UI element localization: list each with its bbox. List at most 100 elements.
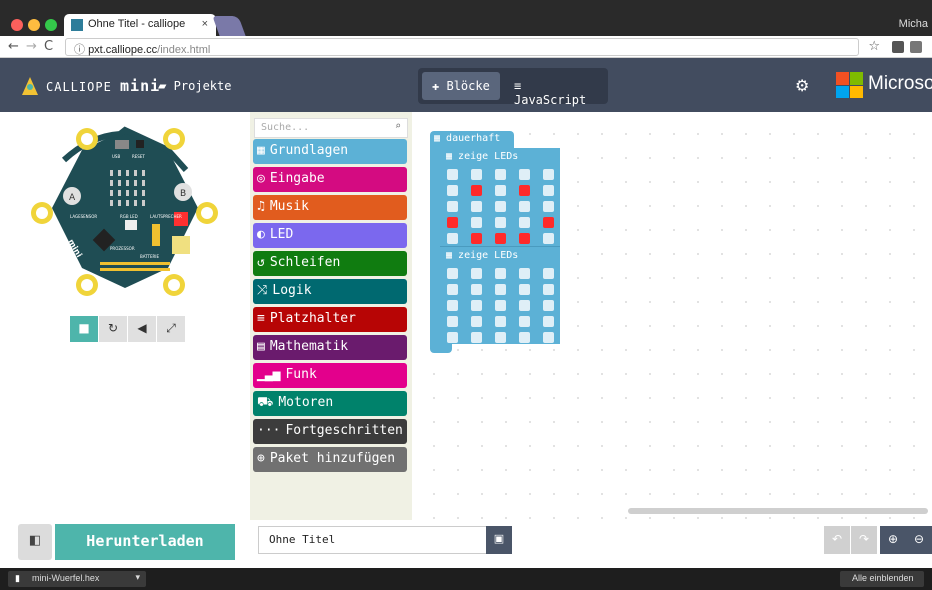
led-on[interactable] xyxy=(519,185,530,196)
led-off[interactable] xyxy=(519,332,530,343)
stop-button[interactable]: ■ xyxy=(70,316,98,342)
microsoft-logo[interactable]: Microsoft xyxy=(836,72,932,98)
led-off[interactable] xyxy=(471,217,482,228)
led-off[interactable] xyxy=(471,268,482,279)
forever-block-header[interactable]: ▦ dauerhaft xyxy=(430,131,514,149)
led-off[interactable] xyxy=(447,332,458,343)
category-eingabe[interactable]: ◎ Eingabe xyxy=(253,167,407,192)
led-off[interactable] xyxy=(447,201,458,212)
tab-blocks[interactable]: ✚ Blöcke xyxy=(422,72,500,100)
zoom-in-button[interactable]: ⊕ xyxy=(880,526,906,554)
led-off[interactable] xyxy=(447,284,458,295)
category-logik[interactable]: ⤨ Logik xyxy=(253,279,407,304)
led-off[interactable] xyxy=(519,268,530,279)
floppy-icon[interactable]: ▣ xyxy=(486,526,512,554)
category-musik[interactable]: ♫ Musik xyxy=(253,195,407,220)
led-off[interactable] xyxy=(543,201,554,212)
led-off[interactable] xyxy=(543,300,554,311)
bookmark-star-icon[interactable]: ☆ xyxy=(868,39,880,54)
led-off[interactable] xyxy=(447,169,458,180)
minimize-window-button[interactable] xyxy=(28,19,40,31)
fullscreen-button[interactable]: ⤢ xyxy=(157,316,185,342)
reload-icon[interactable]: C xyxy=(44,39,53,54)
button-a[interactable]: A xyxy=(63,187,81,205)
led-off[interactable] xyxy=(471,316,482,327)
extension-icon-2[interactable] xyxy=(910,41,922,53)
led-off[interactable] xyxy=(519,169,530,180)
project-name-input[interactable]: Ohne Titel xyxy=(258,526,486,554)
profile-name[interactable]: Micha xyxy=(899,18,928,30)
calliope-board[interactable]: A B USB RESET LAGESENSOR LAUTSPRECHER RG… xyxy=(0,112,250,312)
led-off[interactable] xyxy=(471,300,482,311)
led-off[interactable] xyxy=(519,316,530,327)
show-leds-block-2[interactable]: ▦ zeige LEDs xyxy=(440,246,560,344)
led-off[interactable] xyxy=(471,169,482,180)
url-field[interactable]: ⓘ pxt.calliope.cc/index.html xyxy=(65,38,859,56)
undo-button[interactable]: ↶ xyxy=(824,526,850,554)
led-off[interactable] xyxy=(495,201,506,212)
restart-button[interactable]: ↻ xyxy=(99,316,127,342)
chevron-down-icon[interactable]: ▾ xyxy=(135,572,140,583)
led-on[interactable] xyxy=(471,185,482,196)
led-off[interactable] xyxy=(519,217,530,228)
new-tab-button[interactable] xyxy=(212,16,246,36)
button-b[interactable]: B xyxy=(174,183,192,201)
led-on[interactable] xyxy=(471,233,482,244)
brand-logo[interactable]: CALLIOPE mini xyxy=(20,76,160,96)
led-off[interactable] xyxy=(495,316,506,327)
led-off[interactable] xyxy=(495,300,506,311)
led-off[interactable] xyxy=(447,233,458,244)
led-off[interactable] xyxy=(543,185,554,196)
close-window-button[interactable] xyxy=(11,19,23,31)
forward-icon[interactable]: → xyxy=(26,39,37,54)
led-on[interactable] xyxy=(543,217,554,228)
reset-button[interactable] xyxy=(136,140,144,148)
category-funk[interactable]: ▁▃▅ Funk xyxy=(253,363,407,388)
tab-close-icon[interactable]: × xyxy=(202,18,208,30)
category-led[interactable]: ◐ LED xyxy=(253,223,407,248)
led-off[interactable] xyxy=(543,268,554,279)
led-off[interactable] xyxy=(495,332,506,343)
category-fortgeschritten[interactable]: ··· Fortgeschritten xyxy=(253,419,407,444)
download-item[interactable]: ▮ mini-Wuerfel.hex ▾ xyxy=(8,571,146,587)
category-grundlagen[interactable]: ▦ Grundlagen xyxy=(253,139,407,164)
mute-button[interactable]: ◀ xyxy=(128,316,156,342)
search-input[interactable]: Suche... ⌕ xyxy=(254,118,408,138)
led-off[interactable] xyxy=(495,217,506,228)
show-leds-block[interactable]: ▦ zeige LEDs xyxy=(440,148,560,246)
led-off[interactable] xyxy=(495,268,506,279)
back-icon[interactable]: ← xyxy=(8,39,19,54)
category-motoren[interactable]: ⛟ Motoren xyxy=(253,391,407,416)
led-off[interactable] xyxy=(543,233,554,244)
led-off[interactable] xyxy=(471,332,482,343)
led-off[interactable] xyxy=(495,185,506,196)
zoom-out-button[interactable]: ⊖ xyxy=(906,526,932,554)
tab-javascript[interactable]: ≡ JavaScript xyxy=(504,72,608,107)
extension-icon[interactable] xyxy=(892,41,904,53)
led-off[interactable] xyxy=(519,201,530,212)
gear-icon[interactable]: ⚙ xyxy=(795,76,809,95)
blocks-workspace[interactable]: ▦ dauerhaft ▦ zeige LEDs ▦ zeige LEDs xyxy=(412,112,932,520)
led-on[interactable] xyxy=(495,233,506,244)
led-off[interactable] xyxy=(519,284,530,295)
led-off[interactable] xyxy=(543,332,554,343)
projects-button[interactable]: ▰ Projekte xyxy=(158,78,231,94)
show-all-button[interactable]: Alle einblenden xyxy=(840,571,924,587)
led-off[interactable] xyxy=(447,300,458,311)
led-off[interactable] xyxy=(447,268,458,279)
led-off[interactable] xyxy=(543,169,554,180)
category-paket-hinzufügen[interactable]: ⊕ Paket hinzufügen xyxy=(253,447,407,472)
download-button[interactable]: Herunterladen xyxy=(55,524,235,560)
led-off[interactable] xyxy=(495,169,506,180)
led-off[interactable] xyxy=(543,284,554,295)
collapse-simulator-button[interactable]: ◧ xyxy=(18,524,52,560)
led-on[interactable] xyxy=(447,217,458,228)
horizontal-scrollbar[interactable] xyxy=(628,508,928,514)
browser-tab[interactable]: Ohne Titel - calliope × xyxy=(64,14,216,36)
led-off[interactable] xyxy=(447,316,458,327)
led-off[interactable] xyxy=(519,300,530,311)
category-schleifen[interactable]: ↺ Schleifen xyxy=(253,251,407,276)
category-platzhalter[interactable]: ≡ Platzhalter xyxy=(253,307,407,332)
led-off[interactable] xyxy=(471,201,482,212)
maximize-window-button[interactable] xyxy=(45,19,57,31)
